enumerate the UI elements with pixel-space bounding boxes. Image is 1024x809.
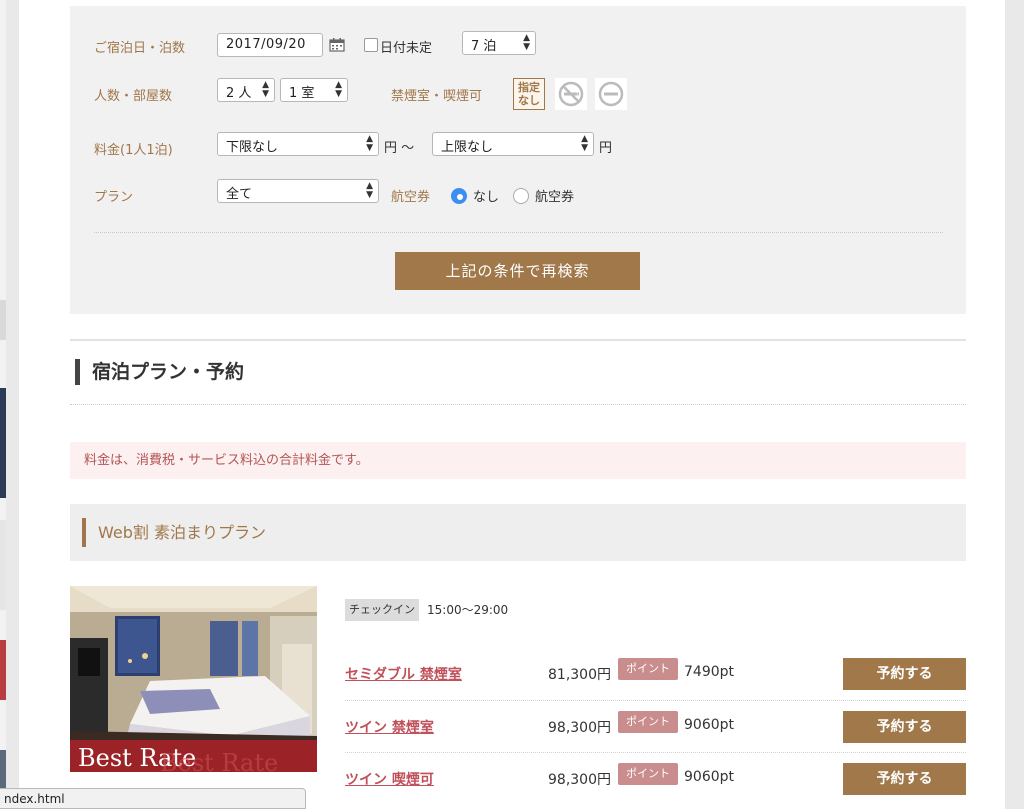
room-price: 81,300円	[548, 667, 611, 683]
point-value: 7490pt	[684, 664, 735, 680]
people-value: 2 人	[226, 86, 252, 101]
point-badge: ポイント	[618, 711, 678, 733]
price-min-value: 下限なし	[226, 140, 279, 155]
select-arrows-icon: ▲ ▼	[335, 80, 342, 99]
section-divider	[70, 404, 966, 405]
flight-yes-radio[interactable]	[513, 188, 529, 204]
nights-value: 7 泊	[471, 39, 497, 54]
room-name-link[interactable]: セミダブル 禁煙室	[345, 664, 462, 684]
checkin-badge: チェックイン	[345, 599, 419, 621]
section-title: 宿泊プラン・予約	[75, 359, 244, 385]
checkin-time: 15:00〜29:00	[427, 603, 509, 617]
price-label: 料金(1人1泊)	[94, 143, 173, 158]
room-name-link[interactable]: ツイン 禁煙室	[345, 717, 434, 737]
flight-none-radio[interactable]	[451, 188, 467, 204]
date-undecided-label: 日付未定	[380, 41, 433, 56]
plan-header: Web割 素泊まりプラン	[70, 504, 966, 561]
point-badge: ポイント	[618, 763, 678, 785]
price-separator: 円 〜	[384, 141, 415, 156]
nights-select[interactable]: 7 泊 ▲ ▼	[462, 31, 536, 55]
search-conditions-panel: ご宿泊日・泊数 2017/09/20 日付未定 7 泊 ▲ ▼ 人数・部屋数 2 …	[70, 6, 966, 314]
point-value: 9060pt	[684, 717, 735, 733]
select-arrows-icon: ▲ ▼	[366, 134, 373, 153]
book-button[interactable]: 予約する	[843, 711, 966, 743]
select-arrows-icon: ▲ ▼	[523, 33, 530, 52]
room-name-link[interactable]: ツイン 喫煙可	[345, 769, 434, 789]
rooms-select[interactable]: 1 室 ▲ ▼	[280, 78, 348, 102]
rooms-value: 1 室	[289, 86, 315, 101]
room-row: ツイン 喫煙可 98,300円 ポイント 9060pt 予約する	[345, 752, 966, 805]
price-max-select[interactable]: 上限なし ▲ ▼	[432, 132, 594, 156]
people-select[interactable]: 2 人 ▲ ▼	[217, 78, 275, 102]
guests-rooms-label: 人数・部屋数	[94, 89, 173, 104]
price-unit: 円	[599, 141, 613, 156]
browser-status-bar: ndex.html	[0, 788, 306, 809]
select-arrows-icon: ▲ ▼	[581, 134, 588, 153]
research-button[interactable]: 上記の条件で再検索	[395, 252, 640, 290]
panel-divider	[94, 232, 943, 233]
flight-none-label: なし	[473, 190, 500, 205]
smoking-label: 禁煙室・喫煙可	[391, 89, 483, 104]
section-top-rule	[70, 339, 966, 341]
plan-image[interactable]: Best Rate Best Rate	[70, 586, 317, 772]
book-button[interactable]: 予約する	[843, 658, 966, 690]
svg-text:Best Rate: Best Rate	[160, 749, 278, 772]
page-content: ご宿泊日・泊数 2017/09/20 日付未定 7 泊 ▲ ▼ 人数・部屋数 2 …	[19, 0, 1005, 809]
price-min-select[interactable]: 下限なし ▲ ▼	[217, 132, 379, 156]
smoking-allowed-icon[interactable]	[595, 78, 627, 110]
plan-select[interactable]: 全て ▲ ▼	[217, 179, 379, 203]
flight-yes-label: 航空券	[535, 190, 575, 205]
plan-title[interactable]: Web割 素泊まりプラン	[82, 518, 266, 547]
price-max-value: 上限なし	[441, 140, 494, 155]
select-arrows-icon: ▲ ▼	[366, 181, 373, 200]
calendar-icon[interactable]	[329, 38, 345, 52]
book-button[interactable]: 予約する	[843, 763, 966, 795]
hotel-room-photo: Best Rate Best Rate	[70, 586, 317, 772]
date-undecided-checkbox[interactable]	[364, 38, 378, 52]
plan-value: 全て	[226, 187, 253, 202]
point-badge: ポイント	[618, 658, 678, 680]
no-smoking-icon[interactable]	[555, 78, 587, 110]
room-price: 98,300円	[548, 772, 611, 788]
plan-label: プラン	[94, 190, 134, 205]
price-notice: 料金は、消費税・サービス料込の合計料金です。	[70, 442, 966, 479]
point-value: 9060pt	[684, 769, 735, 785]
stay-date-label: ご宿泊日・泊数	[94, 41, 186, 56]
smoking-any-option[interactable]: 指定 なし	[513, 78, 545, 110]
checkin-date-input[interactable]: 2017/09/20	[217, 33, 323, 57]
left-window-edge	[0, 0, 6, 809]
room-price: 98,300円	[548, 720, 611, 736]
select-arrows-icon: ▲ ▼	[262, 80, 269, 99]
flight-label: 航空券	[391, 190, 431, 205]
